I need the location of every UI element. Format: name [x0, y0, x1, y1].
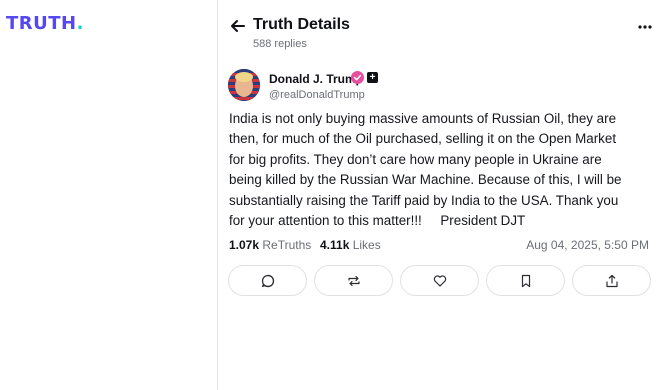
like-button[interactable] [400, 265, 479, 296]
bookmark-icon [521, 274, 530, 287]
page-title: Truth Details [253, 16, 350, 33]
reply-button[interactable] [228, 265, 307, 296]
post-author: Donald J. Trump + @realDonaldTrump [228, 69, 658, 105]
retruths-label: ReTruths [262, 238, 312, 252]
post-body-text: India is not only buying massive amounts… [229, 111, 622, 229]
share-button[interactable] [572, 265, 651, 296]
truth-social-logo[interactable]: TRUTH. [6, 13, 84, 34]
likes-label: Likes [352, 238, 381, 252]
verified-badge-icon [351, 71, 364, 84]
likes-stat[interactable]: 4.11k Likes [320, 238, 381, 252]
logo-dot: . [76, 13, 84, 34]
more-options-button[interactable] [636, 20, 654, 34]
share-icon [605, 274, 618, 287]
column-divider [217, 0, 218, 390]
avatar-image [228, 69, 260, 101]
likes-count: 4.11k [320, 238, 350, 252]
retruths-stat[interactable]: 1.07k ReTruths [229, 238, 311, 252]
author-handle[interactable]: @realDonaldTrump [269, 89, 365, 101]
replies-count: 588 replies [253, 38, 307, 50]
author-name[interactable]: Donald J. Trump [269, 72, 363, 86]
back-button[interactable] [228, 16, 248, 36]
logo-text: TRUTH [6, 13, 77, 34]
avatar[interactable] [228, 69, 260, 101]
more-horizontal-icon [638, 25, 652, 29]
retruth-icon [347, 275, 360, 286]
retruths-count: 1.07k [229, 238, 260, 252]
retruth-button[interactable] [314, 265, 393, 296]
post-actions [228, 265, 652, 296]
post-stats: 1.07k ReTruths 4.11k Likes Aug 04, 2025,… [229, 238, 653, 254]
arrow-left-icon [231, 20, 245, 32]
reply-icon [261, 274, 274, 287]
plus-badge-icon: + [367, 72, 378, 83]
heart-icon [433, 274, 446, 287]
bookmark-button[interactable] [486, 265, 565, 296]
page-header: Truth Details 588 replies [228, 14, 658, 56]
post-timestamp: Aug 04, 2025, 5:50 PM [526, 238, 649, 252]
